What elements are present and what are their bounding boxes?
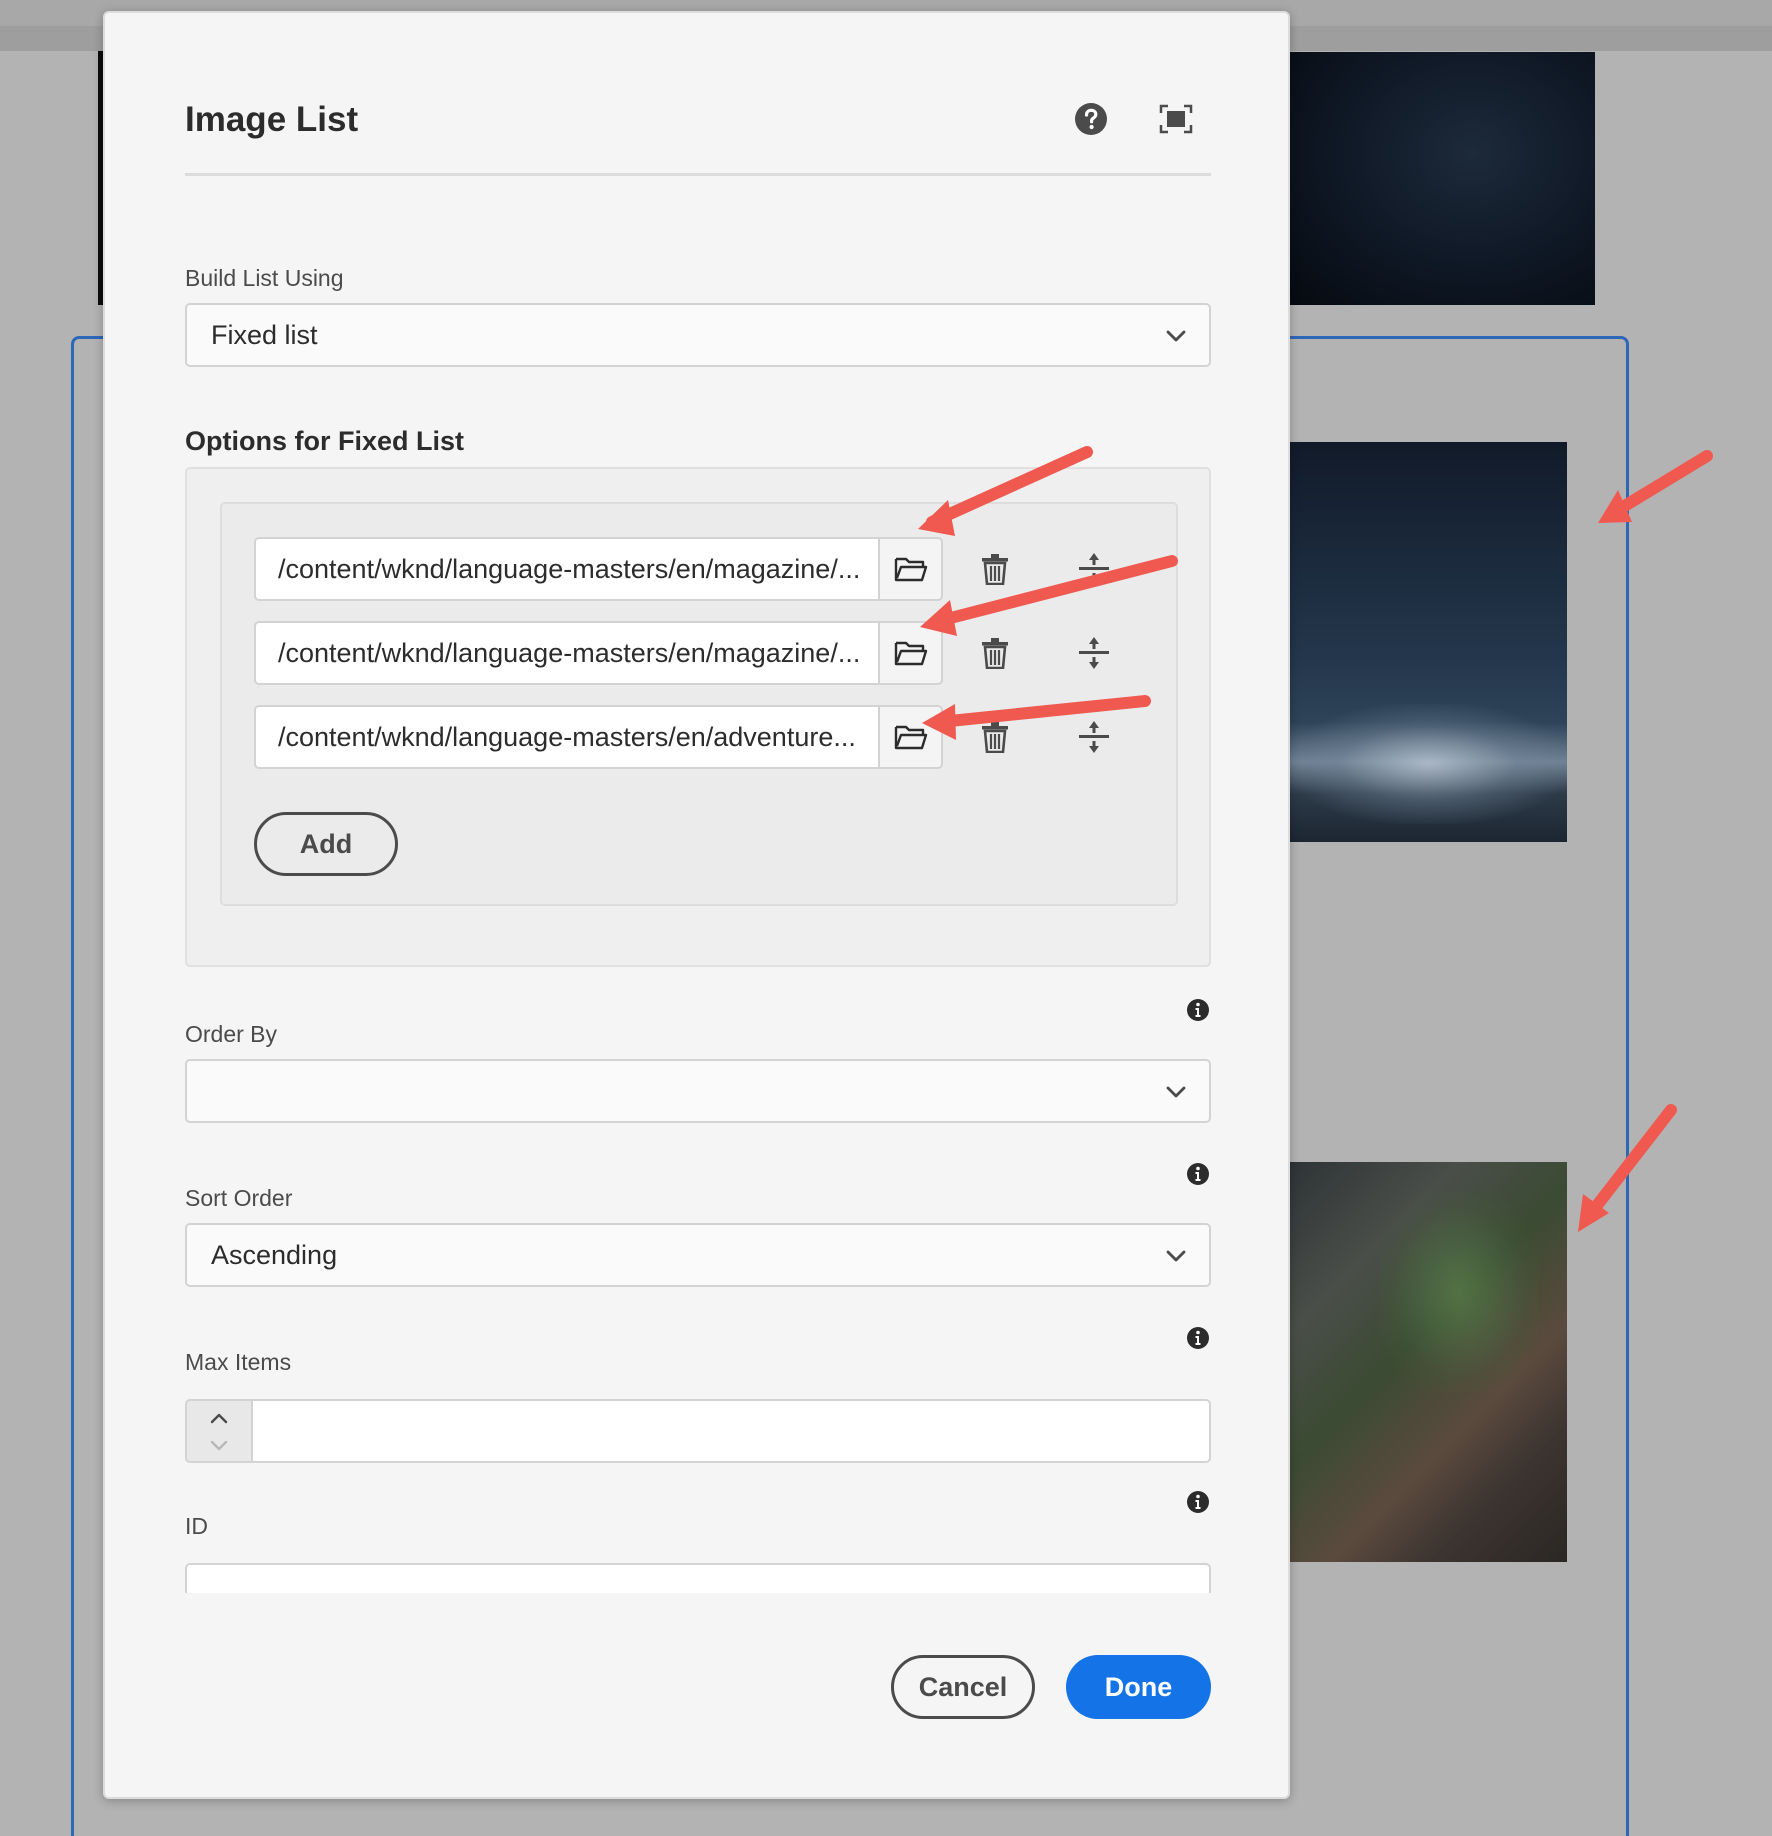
move-up-down-icon (1079, 721, 1109, 753)
delete-item-button[interactable] (975, 633, 1015, 673)
browse-button[interactable] (878, 621, 943, 685)
path-input[interactable]: /content/wknd/language-masters/en/advent… (254, 705, 878, 769)
info-icon[interactable] (1186, 1162, 1210, 1186)
chevron-down-icon (1166, 1086, 1186, 1098)
info-icon[interactable] (1186, 998, 1210, 1022)
browse-button[interactable] (878, 705, 943, 769)
fixed-list-heading: Options for Fixed List (185, 426, 465, 456)
trash-icon (982, 554, 1008, 585)
chevron-down-icon (1166, 1250, 1186, 1262)
max-items-stepper (185, 1399, 251, 1463)
header-divider (185, 173, 1211, 176)
move-up-down-icon (1079, 637, 1109, 669)
max-items-field (185, 1399, 1211, 1463)
stepper-decrement-button[interactable] (187, 1431, 251, 1461)
list-item: /content/wknd/language-masters/en/magazi… (254, 537, 1109, 601)
reorder-handle[interactable] (1074, 717, 1114, 757)
trash-icon (982, 638, 1008, 669)
info-icon[interactable] (1186, 1326, 1210, 1350)
folder-open-icon (894, 725, 927, 750)
chevron-up-icon (210, 1413, 228, 1424)
move-up-down-icon (1079, 553, 1109, 585)
folder-open-icon (894, 557, 927, 582)
fixed-list-panel: /content/wknd/language-masters/en/magazi… (185, 467, 1211, 967)
trash-icon (982, 722, 1008, 753)
build-list-select[interactable]: Fixed list (185, 303, 1211, 367)
info-icon[interactable] (1186, 1490, 1210, 1514)
delete-item-button[interactable] (975, 549, 1015, 589)
browse-button[interactable] (878, 537, 943, 601)
sort-order-select[interactable]: Ascending (185, 1223, 1211, 1287)
build-list-label: Build List Using (185, 265, 344, 291)
image-list-dialog: Image List Build List Using Fixed list O… (103, 11, 1290, 1799)
add-item-button[interactable]: Add (254, 812, 398, 876)
id-input[interactable] (185, 1563, 1211, 1593)
path-input[interactable]: /content/wknd/language-masters/en/magazi… (254, 537, 878, 601)
chevron-down-icon (210, 1440, 228, 1451)
list-item: /content/wknd/language-masters/en/magazi… (254, 621, 1109, 685)
sort-order-label: Sort Order (185, 1185, 293, 1211)
build-list-value: Fixed list (211, 319, 318, 350)
done-button[interactable]: Done (1066, 1655, 1211, 1719)
order-by-select[interactable] (185, 1059, 1211, 1123)
folder-open-icon (894, 641, 927, 666)
background-image-dark-sky (1289, 52, 1595, 305)
stepper-increment-button[interactable] (187, 1403, 251, 1433)
background-image-rocks (1289, 1162, 1567, 1562)
reorder-handle[interactable] (1074, 633, 1114, 673)
max-items-label: Max Items (185, 1349, 292, 1375)
chevron-down-icon (1166, 330, 1186, 342)
sort-order-value: Ascending (211, 1239, 338, 1270)
scroll-clip (105, 1593, 1288, 1595)
path-input[interactable]: /content/wknd/language-masters/en/magazi… (254, 621, 878, 685)
fullscreen-icon[interactable] (1156, 99, 1196, 139)
fixed-list-multifield: /content/wknd/language-masters/en/magazi… (220, 502, 1178, 906)
dialog-title: Image List (185, 100, 359, 139)
cancel-button[interactable]: Cancel (891, 1655, 1035, 1719)
list-item: /content/wknd/language-masters/en/advent… (254, 705, 1109, 769)
background-image-waves (1289, 442, 1567, 842)
order-by-label: Order By (185, 1021, 278, 1047)
id-label: ID (185, 1513, 208, 1539)
reorder-handle[interactable] (1074, 549, 1114, 589)
delete-item-button[interactable] (975, 717, 1015, 757)
help-icon[interactable] (1071, 99, 1111, 139)
max-items-input[interactable] (251, 1399, 1211, 1463)
